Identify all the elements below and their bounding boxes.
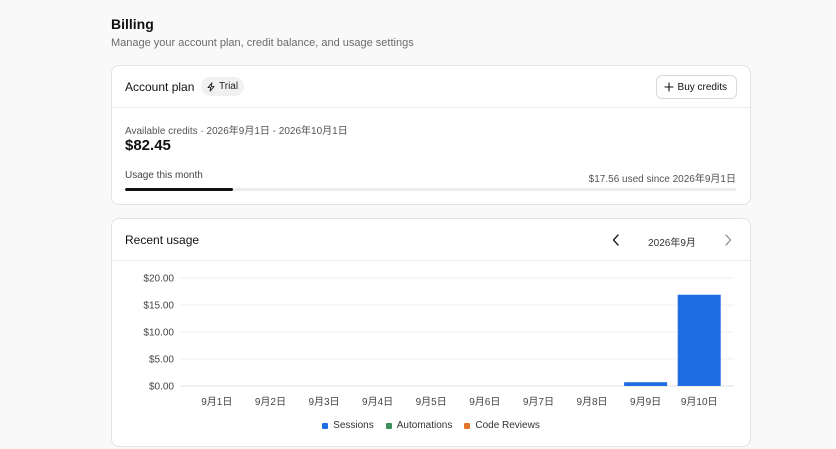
legend-item: Sessions xyxy=(322,420,374,431)
credits-amount: $82.45 xyxy=(125,137,171,154)
x-tick-label: 9月7日 xyxy=(523,396,554,408)
x-tick-label: 9月9日 xyxy=(630,396,661,408)
previous-month-button[interactable] xyxy=(608,231,624,249)
legend-label: Automations xyxy=(396,420,453,431)
plus-icon xyxy=(663,82,674,92)
y-tick-label: $10.00 xyxy=(143,328,174,339)
legend-label: Sessions xyxy=(333,420,374,431)
legend-swatch xyxy=(322,422,329,429)
recent-usage-title: Recent usage xyxy=(125,233,200,247)
usage-chart: $0.00 $5.00 $10.00 $15.00 $20.00 9月1日 9月2日 9月3日… xyxy=(112,262,752,412)
recent-usage-card: Recent usage 2026年9月 $0.00 $5.00 $10.00 $15… xyxy=(111,218,751,447)
chart-legend: Sessions Automations Code Reviews xyxy=(112,420,750,431)
buy-credits-label: Buy credits xyxy=(677,81,727,93)
usage-this-month-label: Usage this month xyxy=(125,170,203,181)
bar-sessions[interactable] xyxy=(677,294,721,386)
x-tick-label: 9月4日 xyxy=(362,396,393,408)
y-tick-label: $0.00 xyxy=(149,382,174,393)
lightning-icon xyxy=(207,81,215,92)
legend-item: Automations xyxy=(385,420,453,431)
usage-progress-fill xyxy=(125,188,233,191)
page-subtitle: Manage your account plan, credit balance… xyxy=(111,37,414,49)
recent-usage-header: Recent usage 2026年9月 xyxy=(112,219,750,261)
usage-used-text: $17.56 used since 2026年9月1日 xyxy=(588,174,736,185)
chevron-left-icon xyxy=(612,234,619,246)
x-tick-label: 9月3日 xyxy=(308,396,339,408)
y-tick-label: $5.00 xyxy=(149,355,174,366)
bar-sessions[interactable] xyxy=(624,382,668,386)
account-plan-title: Account plan xyxy=(125,80,195,94)
x-tick-label: 9月2日 xyxy=(255,396,286,408)
legend-item: Code Reviews xyxy=(464,420,540,431)
legend-swatch xyxy=(385,422,392,429)
plan-badge: Trial xyxy=(201,77,245,96)
x-tick-label: 9月8日 xyxy=(576,396,607,408)
current-month-label: 2026年9月 xyxy=(648,238,696,249)
y-tick-label: $20.00 xyxy=(143,274,174,285)
account-plan-header: Account plan Trial Buy credits xyxy=(112,66,750,108)
plan-badge-label: Trial xyxy=(219,81,239,92)
legend-label: Code Reviews xyxy=(475,420,540,431)
x-tick-label: 9月1日 xyxy=(201,396,232,408)
page-title: Billing xyxy=(111,16,154,32)
y-tick-label: $15.00 xyxy=(143,301,174,312)
x-tick-label: 9月10日 xyxy=(681,396,718,408)
x-tick-label: 9月6日 xyxy=(469,396,500,408)
x-tick-label: 9月5日 xyxy=(416,396,447,408)
usage-progress-bar xyxy=(125,188,736,191)
buy-credits-button[interactable]: Buy credits xyxy=(655,75,737,99)
legend-swatch xyxy=(464,422,471,429)
chevron-right-icon xyxy=(725,234,732,246)
next-month-button[interactable] xyxy=(720,231,736,249)
account-plan-card: Account plan Trial Buy credits Available… xyxy=(111,65,751,205)
usage-chart-svg: $0.00 $5.00 $10.00 $15.00 $20.00 9月1日 9月2日 9月3日… xyxy=(143,274,734,408)
credits-period-label: Available credits · 2026年9月1日 - 2026年10月… xyxy=(125,126,348,137)
